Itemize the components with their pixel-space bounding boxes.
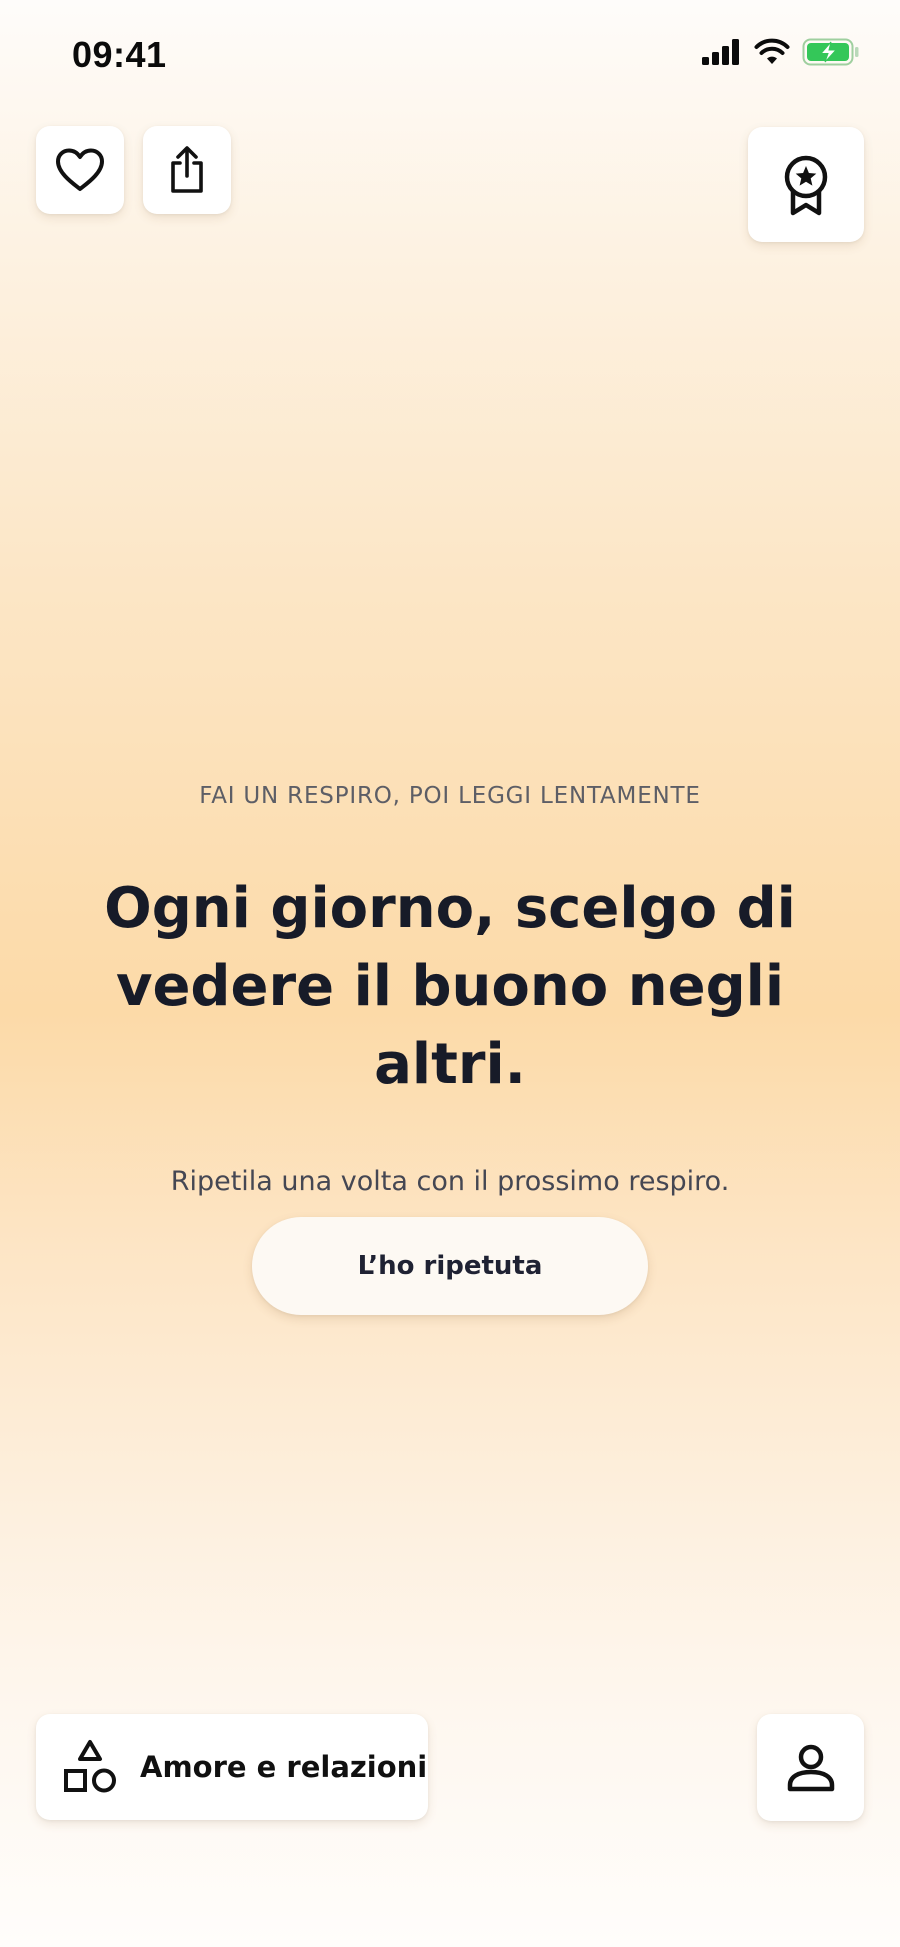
battery-charging-icon: [802, 38, 860, 66]
category-label: Amore e relazioni: [140, 1750, 428, 1784]
profile-button[interactable]: [757, 1714, 864, 1821]
affirmation-content: FAI UN RESPIRO, POI LEGGI LENTAMENTE Ogn…: [0, 776, 900, 1202]
award-badge-icon: [781, 154, 831, 216]
cellular-signal-icon: [702, 39, 742, 65]
status-icons: [702, 38, 860, 66]
achievements-button[interactable]: [748, 127, 864, 242]
wifi-icon: [754, 38, 790, 66]
status-bar: 09:41: [0, 0, 900, 110]
status-time: 09:41: [72, 34, 167, 75]
share-button[interactable]: [143, 126, 231, 214]
repeat-hint: Ripetila una volta con il prossimo respi…: [170, 1166, 730, 1197]
shapes-icon: [62, 1739, 118, 1795]
heart-icon: [54, 147, 106, 193]
reading-instruction: FAI UN RESPIRO, POI LEGGI LENTAMENTE: [199, 783, 701, 809]
repeated-button[interactable]: L’ho ripetuta: [252, 1217, 648, 1315]
favorite-button[interactable]: [36, 126, 124, 214]
category-button[interactable]: Amore e relazioni: [36, 1714, 428, 1820]
affirmation-text: Ogni giorno, scelgo di vedere il buono n…: [104, 876, 796, 1097]
user-icon: [786, 1743, 836, 1793]
share-icon: [167, 146, 207, 194]
